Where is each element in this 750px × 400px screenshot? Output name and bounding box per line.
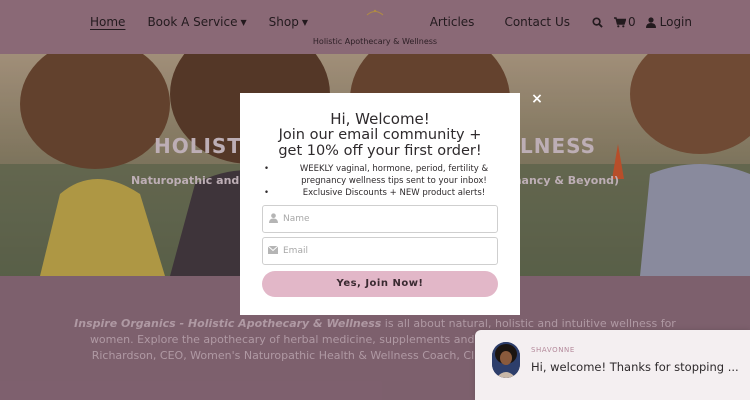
email-input[interactable] xyxy=(283,246,483,256)
list-item: Exclusive Discounts + NEW product alerts… xyxy=(264,187,504,199)
chat-widget[interactable]: SHAVONNE Hi, welcome! Thanks for stoppin… xyxy=(475,330,750,400)
popup-title: Hi, Welcome! Join our email community + … xyxy=(278,110,482,159)
join-now-button[interactable]: Yes, Join Now! xyxy=(262,271,498,297)
newsletter-popup: Hi, Welcome! Join our email community + … xyxy=(240,93,520,315)
user-icon xyxy=(263,212,283,226)
email-field[interactable] xyxy=(262,237,498,265)
close-icon[interactable]: × xyxy=(530,92,544,106)
avatar xyxy=(492,342,520,378)
popup-benefits-list: WEEKLY vaginal, hormone, period, fertili… xyxy=(264,163,504,199)
chat-agent-name: SHAVONNE xyxy=(531,346,575,354)
chat-message: Hi, welcome! Thanks for stopping ... xyxy=(531,360,739,374)
list-item: WEEKLY vaginal, hormone, period, fertili… xyxy=(264,163,504,187)
name-field[interactable] xyxy=(262,205,498,233)
name-input[interactable] xyxy=(283,214,483,224)
envelope-icon xyxy=(263,245,283,257)
